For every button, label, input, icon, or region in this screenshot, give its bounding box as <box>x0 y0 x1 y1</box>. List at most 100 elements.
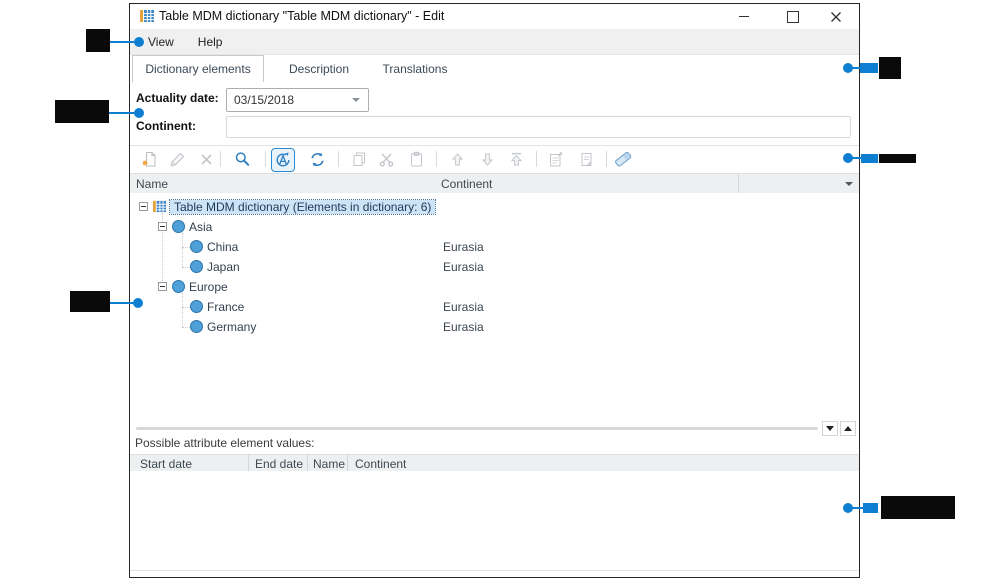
dialog-window: Table MDM dictionary "Table MDM dictiona… <box>129 3 860 578</box>
move-up-button[interactable] <box>447 149 467 169</box>
toolbar-separator <box>536 151 537 167</box>
actuality-date-label: Actuality date: <box>136 91 219 105</box>
toolbar-separator <box>436 151 437 167</box>
column-header-name[interactable]: Name <box>313 457 345 471</box>
tree-node-label[interactable]: Europe <box>189 280 228 294</box>
tree-row-asia[interactable]: Asia <box>130 217 859 237</box>
blue-circle-icon <box>172 220 185 233</box>
continent-cell: Eurasia <box>443 260 484 274</box>
tree-row-europe[interactable]: Europe <box>130 277 859 297</box>
continent-input[interactable] <box>226 116 851 138</box>
search-button[interactable] <box>232 149 252 169</box>
continent-label: Continent: <box>136 119 196 133</box>
blue-circle-icon <box>190 260 203 273</box>
tree-node-label[interactable]: Asia <box>189 220 212 234</box>
column-header-end-date[interactable]: End date <box>255 457 303 471</box>
tree-row-root[interactable]: Table MDM dictionary (Elements in dictio… <box>130 197 859 217</box>
tree-row-china[interactable]: China Eurasia <box>130 237 859 257</box>
tree-row-france[interactable]: France Eurasia <box>130 297 859 317</box>
copy-button[interactable] <box>349 149 369 169</box>
column-header-name[interactable]: Name <box>136 177 168 191</box>
blue-circle-icon <box>172 280 185 293</box>
callout-bar <box>860 63 878 73</box>
screenshot-root: { "colors": { "accent_blue": "#2f7fc1", … <box>0 0 988 581</box>
tree-node-label[interactable]: China <box>207 240 238 254</box>
arrow-up-icon <box>449 151 466 168</box>
blue-circle-icon <box>190 240 203 253</box>
close-button[interactable] <box>821 4 851 29</box>
column-separator <box>307 455 308 472</box>
auto-refresh-toggle-button[interactable] <box>271 148 295 172</box>
callout-dot <box>843 503 853 513</box>
callout-bar <box>863 503 878 513</box>
tab-translations[interactable]: Translations <box>365 56 465 82</box>
refresh-icon <box>309 151 326 168</box>
tab-dictionary-elements[interactable]: Dictionary elements <box>132 55 264 83</box>
tree-node-label[interactable]: Germany <box>207 320 256 334</box>
tab-strip: Dictionary elements Description Translat… <box>130 55 859 83</box>
expand-panel-button[interactable] <box>840 421 856 436</box>
callout-box-view-menu <box>86 29 110 52</box>
edit-in-editor-button[interactable] <box>545 149 565 169</box>
copy-icon <box>351 151 368 168</box>
clear-button[interactable] <box>613 149 633 169</box>
pencil-icon <box>169 151 186 168</box>
collapse-panel-button[interactable] <box>822 421 838 436</box>
filter-dropdown-icon[interactable] <box>845 182 853 186</box>
blue-circle-icon <box>190 300 203 313</box>
column-header-continent[interactable]: Continent <box>355 457 406 471</box>
callout-box-toolbar <box>879 154 916 163</box>
maximize-icon <box>787 11 799 23</box>
minimize-button[interactable] <box>729 4 759 29</box>
element-attributes-button[interactable] <box>576 149 596 169</box>
continent-cell: Eurasia <box>443 300 484 314</box>
callout-box-tabs <box>879 57 901 79</box>
maximize-button[interactable] <box>778 4 808 29</box>
refresh-button[interactable] <box>307 149 327 169</box>
document-edit-icon <box>547 151 564 168</box>
tree-node-label[interactable]: France <box>207 300 244 314</box>
menubar: View Help <box>130 29 859 55</box>
move-to-top-button[interactable] <box>506 149 526 169</box>
titlebar: Table MDM dictionary "Table MDM dictiona… <box>130 4 859 29</box>
auto-refresh-icon <box>274 151 292 169</box>
delete-button[interactable] <box>196 149 216 169</box>
collapse-minus-icon[interactable] <box>158 222 167 231</box>
attributes-table-body <box>130 471 859 571</box>
table-grid-icon <box>139 8 155 24</box>
callout-dot <box>134 108 144 118</box>
column-separator <box>248 455 249 472</box>
clipboard-paste-icon <box>408 151 425 168</box>
column-header-continent[interactable]: Continent <box>441 177 492 191</box>
triangle-down-icon <box>826 426 834 431</box>
triangle-up-icon <box>844 426 852 431</box>
move-down-button[interactable] <box>477 149 497 169</box>
form-area: Actuality date: 03/15/2018 Continent: <box>130 82 859 146</box>
tab-description[interactable]: Description <box>273 56 365 82</box>
callout-dot <box>843 63 853 73</box>
arrow-down-icon <box>479 151 496 168</box>
callout-box-tree-element <box>70 291 110 312</box>
tree-node-label[interactable]: Table MDM dictionary (Elements in dictio… <box>170 200 435 214</box>
collapse-minus-icon[interactable] <box>158 282 167 291</box>
edit-button[interactable] <box>167 149 187 169</box>
column-header-start-date[interactable]: Start date <box>140 457 192 471</box>
actuality-date-combo[interactable]: 03/15/2018 <box>226 88 369 112</box>
tree-node-label[interactable]: Japan <box>207 260 240 274</box>
tree-row-germany[interactable]: Germany Eurasia <box>130 317 859 337</box>
splitter-handle[interactable] <box>136 427 818 430</box>
menu-help[interactable]: Help <box>186 29 235 54</box>
callout-box-actuality-date <box>55 100 109 123</box>
table-grid-icon <box>152 199 167 214</box>
panel-splitter[interactable] <box>130 415 859 437</box>
callout-dot <box>134 37 144 47</box>
callout-box-attribute-values <box>881 496 955 519</box>
tree-row-japan[interactable]: Japan Eurasia <box>130 257 859 277</box>
magnifier-icon <box>234 151 251 168</box>
toolbar <box>130 146 859 173</box>
continent-cell: Eurasia <box>443 320 484 334</box>
collapse-minus-icon[interactable] <box>139 202 148 211</box>
paste-button[interactable] <box>406 149 426 169</box>
cut-button[interactable] <box>376 149 396 169</box>
new-element-button[interactable] <box>139 149 159 169</box>
